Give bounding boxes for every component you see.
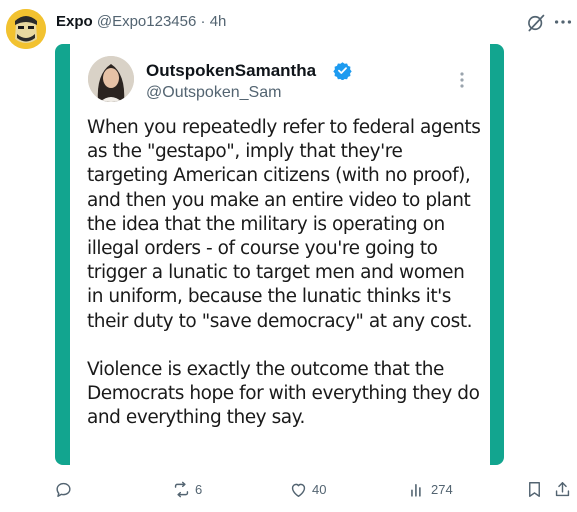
views-icon xyxy=(411,483,421,497)
separator-dot: · xyxy=(200,13,206,30)
author-handle[interactable]: @Expo123456 xyxy=(97,13,196,30)
heart-icon xyxy=(291,483,306,497)
views-button[interactable]: 274 xyxy=(408,478,453,500)
share-button[interactable] xyxy=(553,478,572,500)
more-horizontal-icon[interactable] xyxy=(552,11,574,33)
reply-icon xyxy=(56,482,71,497)
card-author-name: OutspokenSamantha xyxy=(146,61,317,80)
woman-portrait-icon xyxy=(88,56,134,102)
post-header: Expo @Expo123456 · 4h xyxy=(56,13,226,30)
card-author-avatar xyxy=(88,56,134,102)
repost-count: 6 xyxy=(195,481,203,497)
views-count: 274 xyxy=(431,481,453,497)
repost-icon xyxy=(174,481,189,497)
card-paragraph: When you repeatedly refer to federal age… xyxy=(87,117,481,332)
bookmark-button[interactable] xyxy=(525,478,544,500)
post-action-bar: 6 40 274 xyxy=(0,478,577,502)
repost-button[interactable]: 6 xyxy=(172,478,202,500)
verified-badge-icon xyxy=(333,62,352,80)
grok-icon[interactable] xyxy=(526,13,546,33)
card-body-text: When you repeatedly refer to federal age… xyxy=(87,116,482,430)
reply-button[interactable] xyxy=(54,478,73,500)
like-button[interactable]: 40 xyxy=(289,478,326,500)
bookmark-icon xyxy=(529,481,540,497)
author-avatar[interactable] xyxy=(6,9,46,49)
card-author-handle: @Outspoken_Sam xyxy=(146,84,282,101)
card-more-vertical-icon xyxy=(460,72,464,88)
card-paragraph: Violence is exactly the outcome that the… xyxy=(87,358,480,429)
cartoon-face-avatar-icon xyxy=(6,9,46,49)
post-time[interactable]: 4h xyxy=(210,13,227,30)
author-name[interactable]: Expo xyxy=(56,13,93,30)
share-icon xyxy=(555,481,570,496)
like-count: 40 xyxy=(312,481,327,497)
